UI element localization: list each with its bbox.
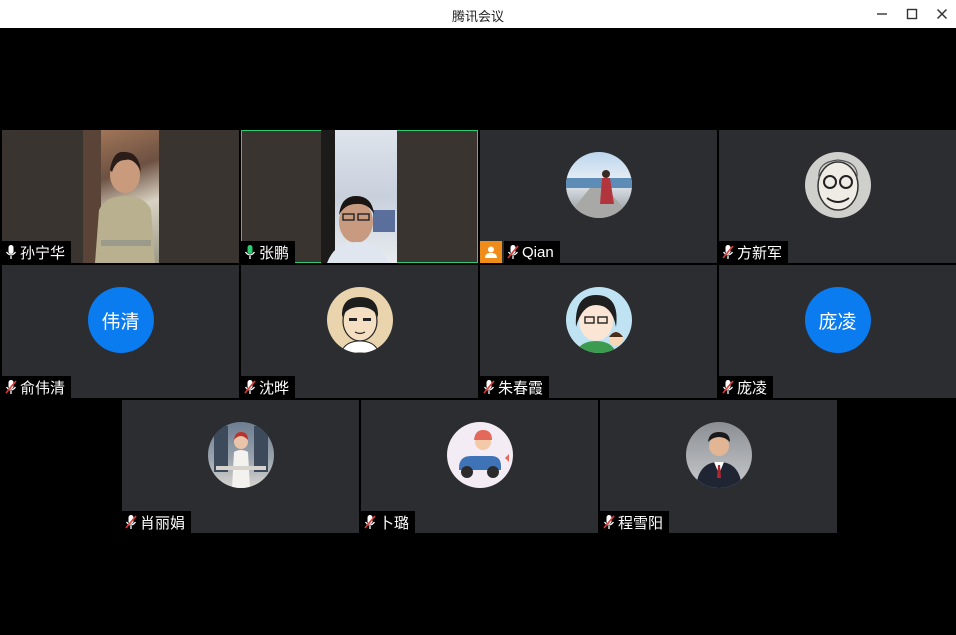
participant-tile[interactable]: 方新军 <box>719 130 956 263</box>
microphone-muted-icon <box>5 380 17 394</box>
close-button[interactable] <box>931 4 953 24</box>
avatar-image <box>339 297 380 353</box>
participant-tile[interactable]: 程雪阳 <box>600 400 837 533</box>
participant-tile[interactable]: 孙宁华 <box>2 130 239 263</box>
participant-nameplate: 卜璐 <box>361 511 416 533</box>
microphone-muted-icon <box>125 515 137 529</box>
maximize-button[interactable] <box>901 4 923 24</box>
minimize-icon <box>877 13 887 15</box>
minimize-button[interactable] <box>871 4 893 24</box>
participant-nameplate: 程雪阳 <box>600 511 670 533</box>
participant-nameplate: 孙宁华 <box>2 241 72 263</box>
microphone-icon <box>5 245 17 259</box>
participant-tile[interactable]: Qian <box>480 130 717 263</box>
microphone-icon <box>244 245 256 259</box>
participant-name: 孙宁华 <box>20 244 66 262</box>
avatar-image <box>565 170 632 218</box>
participant-name: 朱春霞 <box>498 379 544 397</box>
window-title: 腾讯会议 <box>451 9 504 24</box>
avatar-image <box>575 295 623 353</box>
avatar-image <box>816 159 859 211</box>
microphone-muted-icon <box>722 245 734 259</box>
participant-tile-speaking[interactable]: 张鹏 <box>241 130 478 263</box>
participant-nameplate: 朱春霞 <box>480 376 550 398</box>
participant-name: Qian <box>522 243 554 261</box>
participant-name: 沈晔 <box>259 379 290 397</box>
avatar-image <box>458 430 509 478</box>
participant-name: 肖丽娟 <box>140 514 186 532</box>
participant-nameplate: 方新军 <box>719 241 789 263</box>
avatar <box>207 422 274 488</box>
video-feed <box>321 130 397 263</box>
participant-tile[interactable]: 庞凌 庞凌 <box>719 265 956 398</box>
participant-nameplate: 庞凌 <box>719 376 774 398</box>
avatar <box>565 152 632 218</box>
participant-nameplate: 肖丽娟 <box>122 511 192 533</box>
person-video-image <box>321 130 395 263</box>
maximize-icon <box>906 8 918 20</box>
participant-name: 程雪阳 <box>618 514 664 532</box>
close-icon <box>936 8 948 20</box>
participant-name: 方新军 <box>737 244 783 262</box>
video-feed <box>83 130 159 263</box>
participant-name: 俞伟清 <box>20 379 66 397</box>
microphone-muted-icon <box>483 380 495 394</box>
participant-name: 庞凌 <box>737 379 768 397</box>
participant-tile[interactable]: 卜璐 <box>361 400 598 533</box>
microphone-muted-icon <box>244 380 256 394</box>
avatar <box>565 287 632 353</box>
person-video-image <box>83 130 155 263</box>
microphone-muted-icon <box>364 515 376 529</box>
host-badge <box>480 241 502 263</box>
participant-nameplate: Qian <box>504 241 560 263</box>
avatar <box>446 422 513 488</box>
person-icon <box>485 246 497 258</box>
participant-nameplate: 俞伟清 <box>2 376 72 398</box>
participant-nameplate: 沈晔 <box>241 376 296 398</box>
avatar-image <box>213 426 268 488</box>
avatar-text: 伟清 <box>87 287 154 353</box>
microphone-muted-icon <box>507 245 519 259</box>
participant-tile[interactable]: 伟清 俞伟清 <box>2 265 239 398</box>
avatar <box>326 287 393 353</box>
avatar-image <box>695 432 742 488</box>
avatar <box>685 422 752 488</box>
avatar <box>804 152 871 218</box>
participant-nameplate: 张鹏 <box>241 241 296 263</box>
participant-tile[interactable]: 沈晔 <box>241 265 478 398</box>
participant-name: 卜璐 <box>379 514 410 532</box>
microphone-muted-icon <box>603 515 615 529</box>
participant-tile[interactable]: 朱春霞 <box>480 265 717 398</box>
avatar-text: 庞凌 <box>804 287 871 353</box>
participant-name: 张鹏 <box>259 244 290 262</box>
title-bar: 腾讯会议 <box>0 0 956 28</box>
participant-tile[interactable]: 肖丽娟 <box>122 400 359 533</box>
microphone-muted-icon <box>722 380 734 394</box>
video-stage: 孙宁华 张鹏 Qian 方新军 伟清 俞伟清 沈晔 朱春霞 庞凌 庞凌 肖丽娟 … <box>0 28 956 635</box>
